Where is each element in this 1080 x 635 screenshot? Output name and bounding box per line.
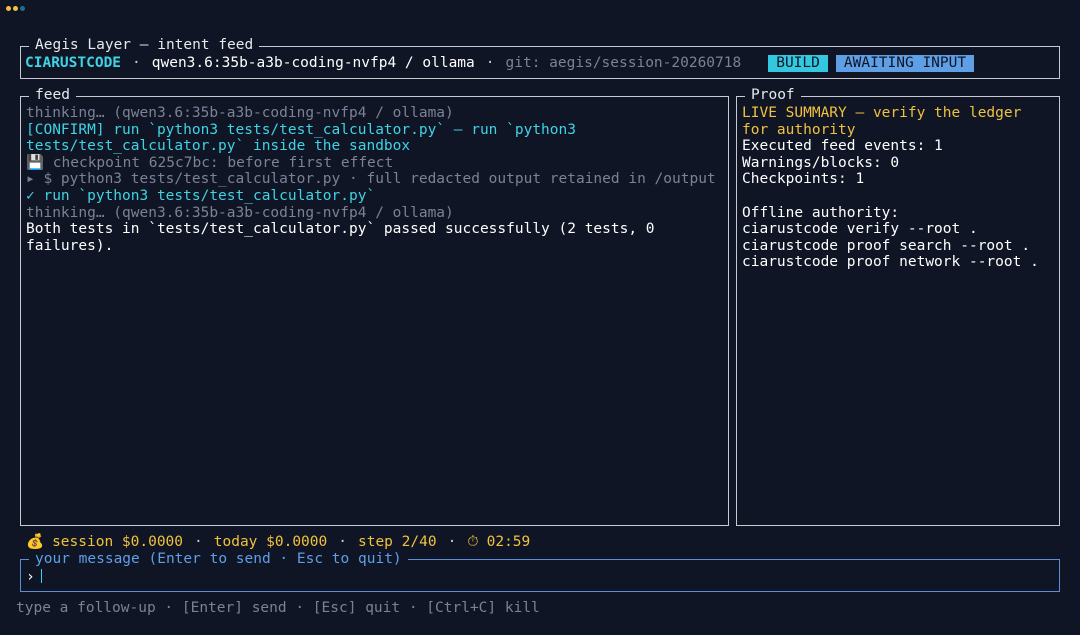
keybinding-hint: type a follow-up · [Enter] send · [Esc] … bbox=[16, 600, 540, 616]
git-branch: git: aegis/session-20260718 bbox=[505, 55, 742, 72]
feed-line: thinking… (qwen3.6:35b-a3b-coding-nvfp4 … bbox=[26, 204, 454, 221]
window-dot bbox=[20, 6, 25, 11]
separator: · bbox=[338, 534, 347, 550]
feed-line: thinking… (qwen3.6:35b-a3b-coding-nvfp4 … bbox=[26, 105, 454, 121]
brand-name: CIARUSTCODE bbox=[25, 55, 122, 72]
separator: · bbox=[132, 55, 141, 72]
feed-panel[interactable]: feed thinking… (qwen3.6:35b-a3b-coding-n… bbox=[20, 87, 729, 526]
today-cost: today $0.0000 bbox=[213, 534, 328, 550]
feed-log: thinking… (qwen3.6:35b-a3b-coding-nvfp4 … bbox=[26, 105, 724, 254]
separator: · bbox=[485, 55, 495, 72]
feed-line: ✓ run `python3 tests/test_calculator.py` bbox=[26, 187, 376, 204]
proof-line: ciarustcode proof network --root . bbox=[742, 254, 1039, 271]
session-cost: session $0.0000 bbox=[52, 534, 184, 550]
timer: 02:59 bbox=[486, 534, 531, 550]
model-name: qwen3.6:35b-a3b-coding-nvfp4 / ollama bbox=[151, 55, 475, 72]
header-panel: Aegis Layer — intent feed CIARUSTCODE · … bbox=[20, 37, 1060, 79]
feed-title: feed bbox=[29, 87, 76, 104]
timer-icon: ⏱ bbox=[467, 534, 479, 550]
window-dot bbox=[6, 6, 11, 11]
window-dots bbox=[6, 6, 25, 11]
state-badge: AWAITING INPUT bbox=[835, 55, 975, 72]
proof-summary: LIVE SUMMARY — verify the ledger for aut… bbox=[742, 105, 1055, 271]
proof-line: LIVE SUMMARY — verify the ledger for aut… bbox=[742, 105, 1031, 138]
mode-badge: BUILD bbox=[768, 55, 828, 72]
message-input-box[interactable]: your message (Enter to send · Esc to qui… bbox=[20, 551, 1060, 592]
header-title: Aegis Layer — intent feed bbox=[29, 37, 260, 54]
proof-line: Executed feed events: 1 bbox=[742, 138, 943, 155]
proof-line: Checkpoints: 1 bbox=[742, 171, 865, 188]
proof-line: Warnings/blocks: 0 bbox=[742, 154, 900, 171]
window-dot bbox=[13, 6, 18, 11]
feed-line: 💾 checkpoint 625c7bc: before first effec… bbox=[26, 154, 394, 171]
prompt-chevron-icon: › bbox=[26, 569, 35, 585]
feed-line: ▸ $ python3 tests/test_calculator.py · f… bbox=[26, 171, 716, 188]
feed-line: Both tests in `tests/test_calculator.py`… bbox=[26, 221, 664, 254]
status-bar: 💰 session $0.0000 · today $0.0000 · step… bbox=[26, 534, 530, 551]
message-input-label: your message (Enter to send · Esc to qui… bbox=[29, 551, 408, 568]
separator: · bbox=[194, 534, 203, 550]
separator: · bbox=[447, 534, 457, 550]
proof-title: Proof bbox=[745, 87, 801, 104]
step-counter: step 2/40 bbox=[357, 534, 437, 550]
message-input[interactable]: › bbox=[26, 569, 43, 586]
feed-line: [CONFIRM] run `python3 tests/test_calcul… bbox=[26, 121, 585, 155]
money-bag-icon: 💰 bbox=[26, 534, 45, 550]
proof-line: ciarustcode verify --root . bbox=[742, 221, 978, 238]
proof-panel[interactable]: Proof LIVE SUMMARY — verify the ledger f… bbox=[736, 87, 1060, 526]
proof-line bbox=[742, 188, 1055, 205]
text-caret bbox=[40, 569, 43, 583]
proof-line: ciarustcode proof search --root . bbox=[742, 237, 1031, 254]
proof-line: Offline authority: bbox=[742, 204, 900, 221]
